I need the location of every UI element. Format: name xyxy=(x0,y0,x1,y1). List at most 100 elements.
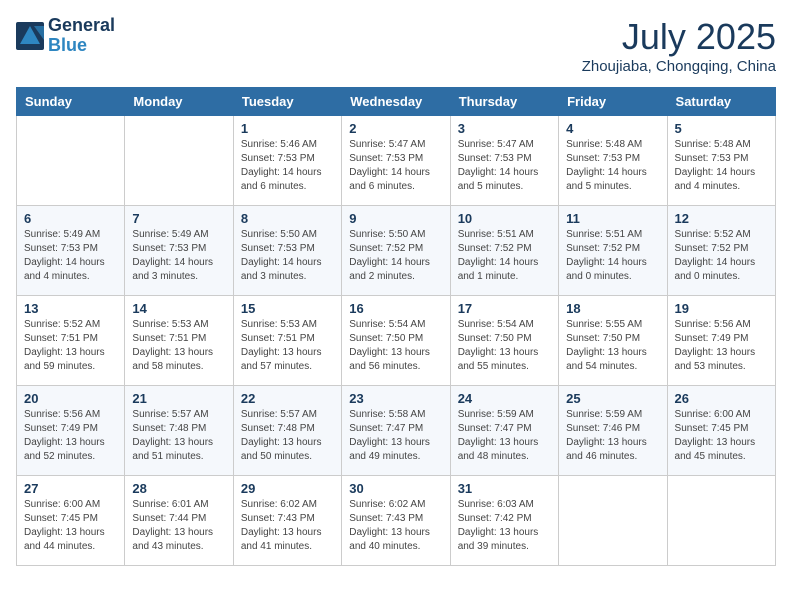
calendar-cell: 27 Sunrise: 6:00 AM Sunset: 7:45 PM Dayli… xyxy=(17,476,125,566)
calendar-cell: 4 Sunrise: 5:48 AM Sunset: 7:53 PM Daylig… xyxy=(559,116,667,206)
day-number: 31 xyxy=(458,481,551,496)
calendar-cell: 31 Sunrise: 6:03 AM Sunset: 7:42 PM Dayli… xyxy=(450,476,558,566)
day-number: 8 xyxy=(241,211,334,226)
day-number: 27 xyxy=(24,481,117,496)
calendar-cell: 11 Sunrise: 5:51 AM Sunset: 7:52 PM Dayli… xyxy=(559,206,667,296)
weekday-header: Monday xyxy=(125,88,233,116)
day-info: Sunrise: 5:53 AM Sunset: 7:51 PM Dayligh… xyxy=(241,318,334,374)
day-number: 29 xyxy=(241,481,334,496)
page-header: General Blue July 2025 Zhoujiaba, Chongq… xyxy=(16,16,776,75)
day-info: Sunrise: 5:57 AM Sunset: 7:48 PM Dayligh… xyxy=(132,408,225,464)
day-info: Sunrise: 6:00 AM Sunset: 7:45 PM Dayligh… xyxy=(675,408,768,464)
logo-text: General Blue xyxy=(48,16,115,56)
day-info: Sunrise: 6:02 AM Sunset: 7:43 PM Dayligh… xyxy=(241,498,334,554)
day-number: 11 xyxy=(566,211,659,226)
calendar-week-row: 6 Sunrise: 5:49 AM Sunset: 7:53 PM Daylig… xyxy=(17,206,776,296)
day-number: 24 xyxy=(458,391,551,406)
calendar-cell: 18 Sunrise: 5:55 AM Sunset: 7:50 PM Dayli… xyxy=(559,296,667,386)
day-info: Sunrise: 5:56 AM Sunset: 7:49 PM Dayligh… xyxy=(675,318,768,374)
calendar-cell: 25 Sunrise: 5:59 AM Sunset: 7:46 PM Dayli… xyxy=(559,386,667,476)
calendar-table: SundayMondayTuesdayWednesdayThursdayFrid… xyxy=(16,87,776,566)
day-number: 7 xyxy=(132,211,225,226)
day-info: Sunrise: 5:47 AM Sunset: 7:53 PM Dayligh… xyxy=(349,138,442,194)
month-year: July 2025 xyxy=(582,16,776,58)
weekday-row: SundayMondayTuesdayWednesdayThursdayFrid… xyxy=(17,88,776,116)
day-info: Sunrise: 5:50 AM Sunset: 7:52 PM Dayligh… xyxy=(349,228,442,284)
day-number: 15 xyxy=(241,301,334,316)
location: Zhoujiaba, Chongqing, China xyxy=(582,58,776,75)
day-info: Sunrise: 5:52 AM Sunset: 7:52 PM Dayligh… xyxy=(675,228,768,284)
day-info: Sunrise: 5:54 AM Sunset: 7:50 PM Dayligh… xyxy=(349,318,442,374)
calendar-cell: 26Sunrise: 6:00 AM Sunset: 7:45 PM Dayli… xyxy=(667,386,775,476)
title-area: July 2025 Zhoujiaba, Chongqing, China xyxy=(582,16,776,75)
weekday-header: Saturday xyxy=(667,88,775,116)
day-info: Sunrise: 5:59 AM Sunset: 7:46 PM Dayligh… xyxy=(566,408,659,464)
day-number: 17 xyxy=(458,301,551,316)
calendar-body: 1 Sunrise: 5:46 AM Sunset: 7:53 PM Daylig… xyxy=(17,116,776,566)
day-info: Sunrise: 5:59 AM Sunset: 7:47 PM Dayligh… xyxy=(458,408,551,464)
day-number: 4 xyxy=(566,121,659,136)
day-number: 2 xyxy=(349,121,442,136)
day-info: Sunrise: 5:58 AM Sunset: 7:47 PM Dayligh… xyxy=(349,408,442,464)
weekday-header: Tuesday xyxy=(233,88,341,116)
day-number: 3 xyxy=(458,121,551,136)
calendar-cell: 29 Sunrise: 6:02 AM Sunset: 7:43 PM Dayli… xyxy=(233,476,341,566)
weekday-header: Thursday xyxy=(450,88,558,116)
day-info: Sunrise: 5:55 AM Sunset: 7:50 PM Dayligh… xyxy=(566,318,659,374)
weekday-header: Wednesday xyxy=(342,88,450,116)
day-info: Sunrise: 5:52 AM Sunset: 7:51 PM Dayligh… xyxy=(24,318,117,374)
day-number: 21 xyxy=(132,391,225,406)
calendar-cell: 16 Sunrise: 5:54 AM Sunset: 7:50 PM Dayli… xyxy=(342,296,450,386)
calendar-cell: 17 Sunrise: 5:54 AM Sunset: 7:50 PM Dayli… xyxy=(450,296,558,386)
calendar-cell: 7 Sunrise: 5:49 AM Sunset: 7:53 PM Daylig… xyxy=(125,206,233,296)
day-number: 20 xyxy=(24,391,117,406)
calendar-cell: 13 Sunrise: 5:52 AM Sunset: 7:51 PM Dayli… xyxy=(17,296,125,386)
calendar-cell: 22 Sunrise: 5:57 AM Sunset: 7:48 PM Dayli… xyxy=(233,386,341,476)
calendar-header: SundayMondayTuesdayWednesdayThursdayFrid… xyxy=(17,88,776,116)
day-info: Sunrise: 5:47 AM Sunset: 7:53 PM Dayligh… xyxy=(458,138,551,194)
day-info: Sunrise: 5:46 AM Sunset: 7:53 PM Dayligh… xyxy=(241,138,334,194)
day-number: 25 xyxy=(566,391,659,406)
calendar-cell: 24 Sunrise: 5:59 AM Sunset: 7:47 PM Dayli… xyxy=(450,386,558,476)
day-info: Sunrise: 5:53 AM Sunset: 7:51 PM Dayligh… xyxy=(132,318,225,374)
logo-icon xyxy=(16,22,44,50)
calendar-cell: 30 Sunrise: 6:02 AM Sunset: 7:43 PM Dayli… xyxy=(342,476,450,566)
day-info: Sunrise: 5:48 AM Sunset: 7:53 PM Dayligh… xyxy=(566,138,659,194)
day-info: Sunrise: 5:49 AM Sunset: 7:53 PM Dayligh… xyxy=(132,228,225,284)
day-number: 6 xyxy=(24,211,117,226)
day-number: 22 xyxy=(241,391,334,406)
calendar-week-row: 13 Sunrise: 5:52 AM Sunset: 7:51 PM Dayli… xyxy=(17,296,776,386)
day-number: 1 xyxy=(241,121,334,136)
day-info: Sunrise: 6:01 AM Sunset: 7:44 PM Dayligh… xyxy=(132,498,225,554)
calendar-cell: 10Sunrise: 5:51 AM Sunset: 7:52 PM Dayli… xyxy=(450,206,558,296)
calendar-cell: 28Sunrise: 6:01 AM Sunset: 7:44 PM Dayli… xyxy=(125,476,233,566)
calendar-cell: 2 Sunrise: 5:47 AM Sunset: 7:53 PM Daylig… xyxy=(342,116,450,206)
calendar-cell: 9Sunrise: 5:50 AM Sunset: 7:52 PM Daylig… xyxy=(342,206,450,296)
day-info: Sunrise: 5:50 AM Sunset: 7:53 PM Dayligh… xyxy=(241,228,334,284)
day-number: 10 xyxy=(458,211,551,226)
day-info: Sunrise: 5:57 AM Sunset: 7:48 PM Dayligh… xyxy=(241,408,334,464)
calendar-week-row: 27 Sunrise: 6:00 AM Sunset: 7:45 PM Dayli… xyxy=(17,476,776,566)
weekday-header: Friday xyxy=(559,88,667,116)
weekday-header: Sunday xyxy=(17,88,125,116)
calendar-cell: 1 Sunrise: 5:46 AM Sunset: 7:53 PM Daylig… xyxy=(233,116,341,206)
logo-line1: General xyxy=(48,16,115,36)
day-info: Sunrise: 5:51 AM Sunset: 7:52 PM Dayligh… xyxy=(566,228,659,284)
calendar-week-row: 1 Sunrise: 5:46 AM Sunset: 7:53 PM Daylig… xyxy=(17,116,776,206)
day-info: Sunrise: 5:54 AM Sunset: 7:50 PM Dayligh… xyxy=(458,318,551,374)
calendar-cell: 21 Sunrise: 5:57 AM Sunset: 7:48 PM Dayli… xyxy=(125,386,233,476)
day-number: 13 xyxy=(24,301,117,316)
day-info: Sunrise: 5:48 AM Sunset: 7:53 PM Dayligh… xyxy=(675,138,768,194)
day-number: 16 xyxy=(349,301,442,316)
calendar-cell: 12Sunrise: 5:52 AM Sunset: 7:52 PM Dayli… xyxy=(667,206,775,296)
calendar-cell xyxy=(559,476,667,566)
calendar-cell: 14Sunrise: 5:53 AM Sunset: 7:51 PM Dayli… xyxy=(125,296,233,386)
day-info: Sunrise: 6:02 AM Sunset: 7:43 PM Dayligh… xyxy=(349,498,442,554)
logo: General Blue xyxy=(16,16,115,56)
calendar-cell: 19Sunrise: 5:56 AM Sunset: 7:49 PM Dayli… xyxy=(667,296,775,386)
day-number: 18 xyxy=(566,301,659,316)
logo-line2: Blue xyxy=(48,36,115,56)
day-info: Sunrise: 6:00 AM Sunset: 7:45 PM Dayligh… xyxy=(24,498,117,554)
day-info: Sunrise: 6:03 AM Sunset: 7:42 PM Dayligh… xyxy=(458,498,551,554)
day-number: 30 xyxy=(349,481,442,496)
